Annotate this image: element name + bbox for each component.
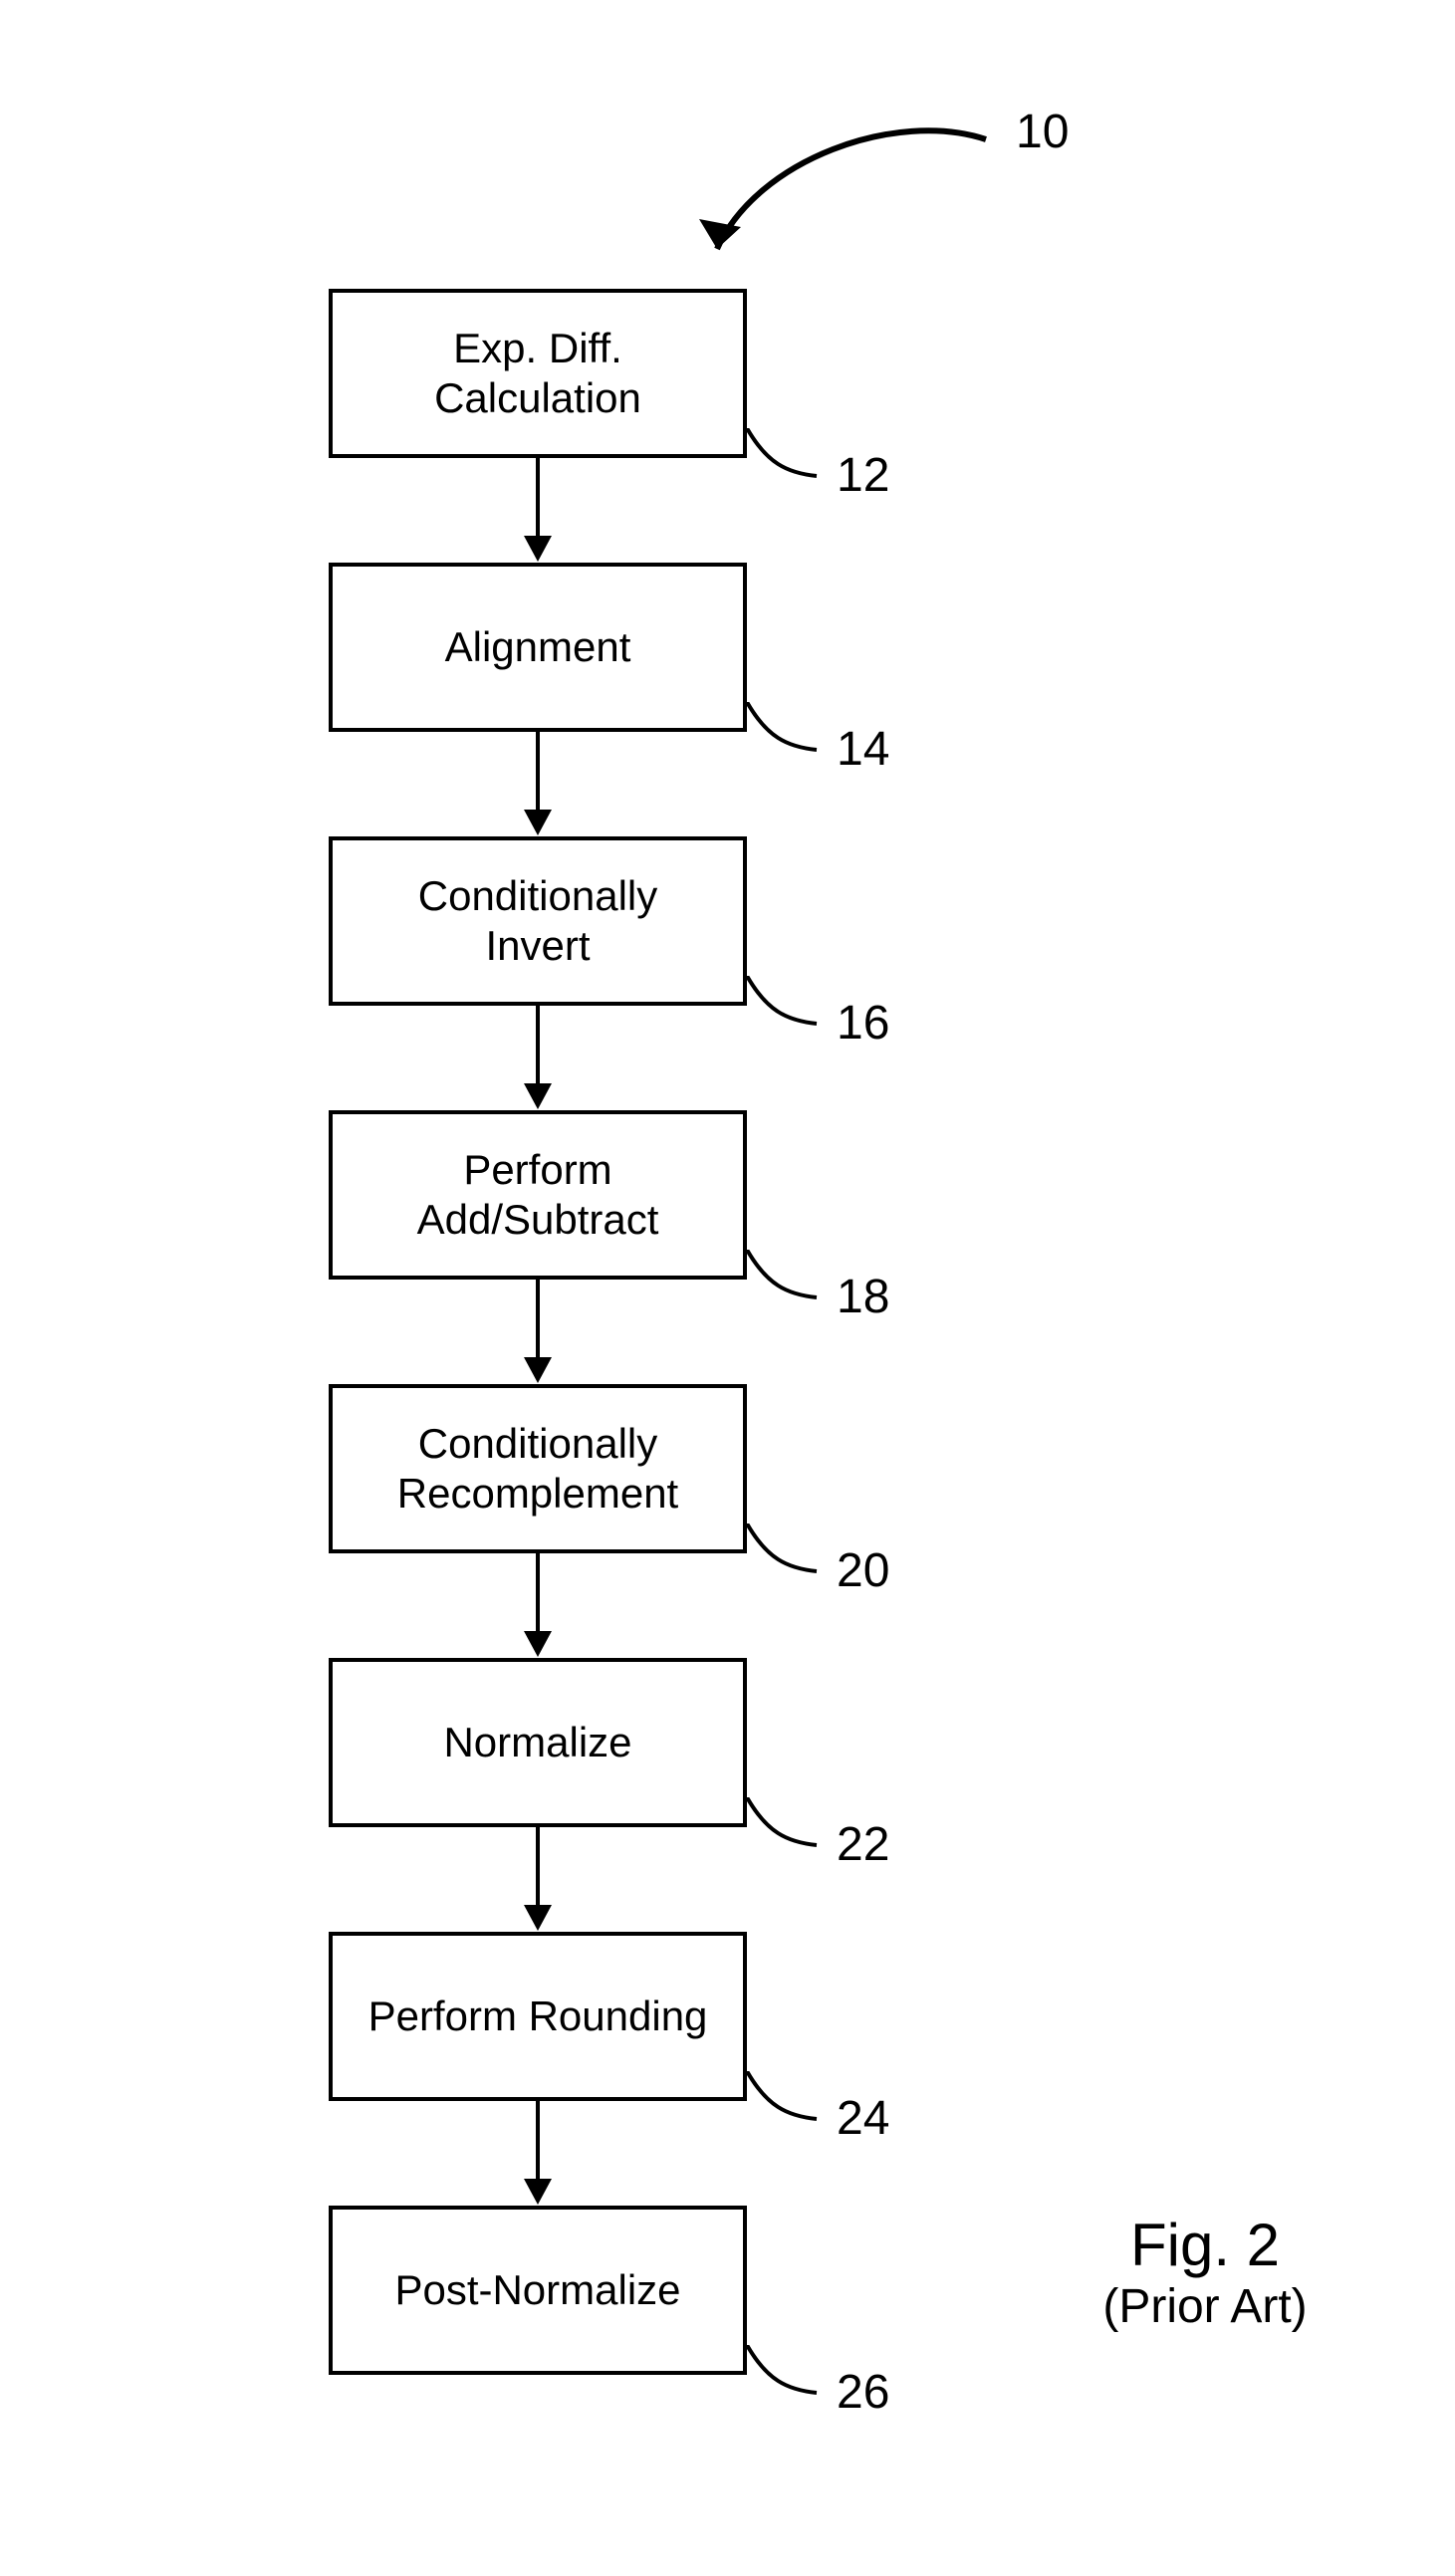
- label-connector-24: [747, 2071, 827, 2131]
- label-connector-20: [747, 1523, 827, 1583]
- ref-label-26: 26: [837, 2365, 889, 2420]
- figure-subtitle: (Prior Art): [1056, 2279, 1354, 2334]
- box-perform-add-subtract: PerformAdd/Subtract: [329, 1110, 747, 1280]
- ref-label-16: 16: [837, 996, 889, 1051]
- ref-label-12: 12: [837, 448, 889, 503]
- label-connector-12: [747, 428, 827, 488]
- box-text: Post-Normalize: [394, 2265, 680, 2315]
- box-post-normalize: Post-Normalize: [329, 2206, 747, 2375]
- box-conditionally-recomplement: ConditionallyRecomplement: [329, 1384, 747, 1553]
- ref-label-14: 14: [837, 722, 889, 777]
- label-connector-22: [747, 1797, 827, 1857]
- ref-label-18: 18: [837, 1270, 889, 1324]
- flow-column: Exp. Diff.Calculation 12 Alignment 14 Co…: [0, 0, 1455, 2576]
- box-text: Alignment: [445, 622, 631, 672]
- box-text: ConditionallyRecomplement: [397, 1419, 678, 1520]
- figure-caption: Fig. 2 (Prior Art): [1056, 2211, 1354, 2334]
- box-text: ConditionallyInvert: [418, 871, 657, 972]
- box-text: Exp. Diff.Calculation: [434, 324, 641, 424]
- label-connector-18: [747, 1250, 827, 1309]
- box-alignment: Alignment: [329, 563, 747, 732]
- box-text: Normalize: [443, 1718, 631, 1767]
- box-conditionally-invert: ConditionallyInvert: [329, 836, 747, 1006]
- diagram-page: 10 Exp. Diff.Calculation 12 Alignment 14: [0, 0, 1455, 2576]
- ref-label-24: 24: [837, 2091, 889, 2146]
- ref-label-22: 22: [837, 1817, 889, 1872]
- box-text: Perform Rounding: [368, 1991, 708, 2041]
- box-normalize: Normalize: [329, 1658, 747, 1827]
- label-connector-16: [747, 976, 827, 1036]
- box-text: PerformAdd/Subtract: [417, 1145, 659, 1246]
- ref-label-20: 20: [837, 1543, 889, 1598]
- label-connector-14: [747, 702, 827, 762]
- box-exp-diff-calculation: Exp. Diff.Calculation: [329, 289, 747, 458]
- box-perform-rounding: Perform Rounding: [329, 1932, 747, 2101]
- figure-title: Fig. 2: [1056, 2211, 1354, 2279]
- label-connector-26: [747, 2345, 827, 2405]
